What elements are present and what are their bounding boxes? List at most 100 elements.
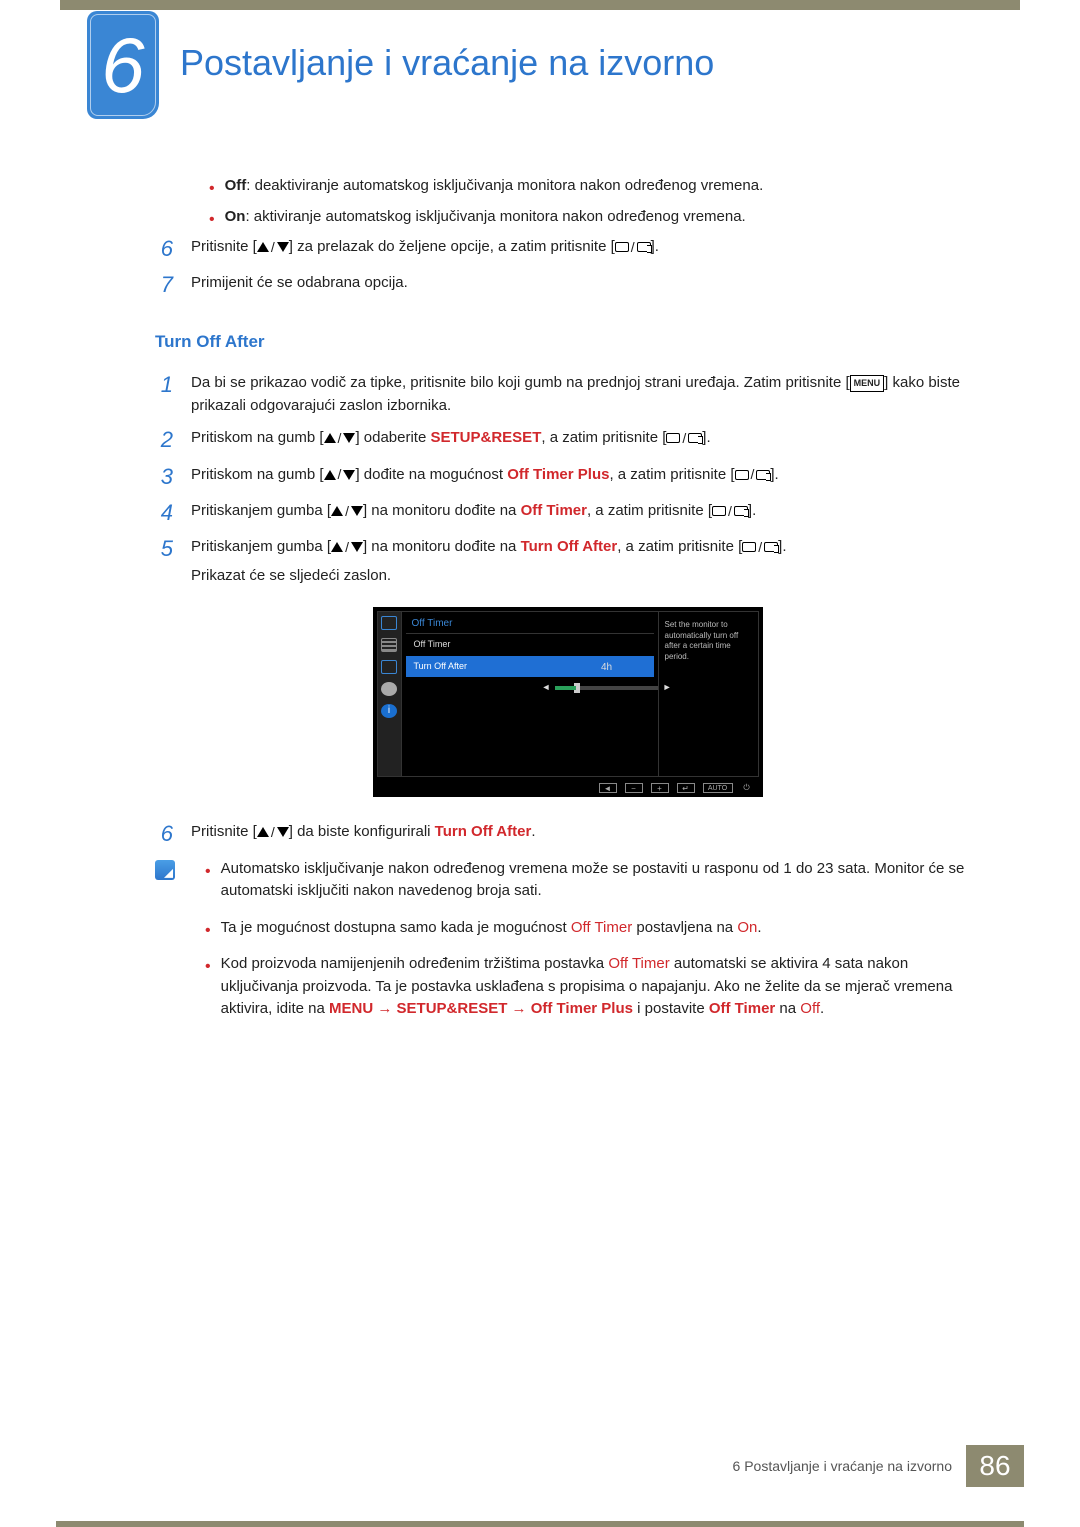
t: Pritiskanjem gumba [ [191, 502, 331, 519]
top-accent-bar [60, 0, 1020, 10]
chapter-title: Postavljanje i vraćanje na izvorno [180, 42, 714, 84]
footer-text: 6 Postavljanje i vraćanje na izvorno [733, 1445, 966, 1487]
emph: Turn Off After [435, 823, 532, 840]
up-down-icon: / [324, 428, 356, 449]
osd-btn-minus: − [625, 783, 643, 793]
step-number: 1 [155, 372, 173, 417]
t: . [531, 823, 535, 840]
emph: MENU [329, 1000, 373, 1017]
osd-btn-plus: + [651, 783, 669, 793]
emph: SETUP&RESET [397, 1000, 508, 1017]
step-2: 2 Pritiskom na gumb [/] odaberite SETUP&… [155, 427, 980, 453]
t: Pritiskom na gumb [ [191, 466, 324, 483]
slider-handle [574, 683, 580, 693]
step-number: 7 [155, 272, 173, 298]
t: ] za prelazak do željene opcije, a zatim… [289, 238, 615, 255]
on-label: On [225, 208, 246, 225]
step-6b: 6 Pritisnite [/] da biste konfigurirali … [155, 821, 980, 847]
bullet-text: On: aktiviranje automatskog isključivanj… [225, 206, 746, 229]
footer: 6 Postavljanje i vraćanje na izvorno 86 [56, 1445, 1024, 1487]
confirm-icon: / [712, 501, 748, 522]
t: , a zatim pritisnite [ [609, 466, 734, 483]
bullet-off: • Off: deaktiviranje automatskog isključ… [155, 175, 980, 198]
osd-slider: 4h ◄ ► [542, 660, 672, 695]
t: ]. [778, 538, 786, 555]
t: . [820, 1000, 824, 1017]
step-text: Pritiskom na gumb [/] odaberite SETUP&RE… [191, 427, 980, 453]
confirm-icon: / [615, 237, 651, 258]
page-number: 86 [966, 1445, 1024, 1487]
osd-screenshot: i Off Timer Off Timer Turn Off After 4h … [373, 607, 763, 797]
t: ] na monitoru dođite na [363, 502, 521, 519]
step-number: 6 [155, 236, 173, 262]
step-number: 4 [155, 500, 173, 526]
t: ] da biste konfigurirali [289, 823, 435, 840]
osd-value: 4h [542, 660, 672, 675]
gear-icon [381, 682, 397, 696]
up-down-icon: / [331, 501, 363, 522]
osd-btn-power: ⏻ [741, 783, 753, 793]
step-4: 4 Pritiskanjem gumba [/] na monitoru dođ… [155, 500, 980, 526]
osd-btn-enter: ↵ [677, 783, 695, 793]
t: ]. [748, 502, 756, 519]
osd-title: Off Timer [406, 614, 654, 634]
t: ] na monitoru dođite na [363, 538, 521, 555]
step-1: 1 Da bi se prikazao vodič za tipke, prit… [155, 372, 980, 417]
emph: Off Timer Plus [531, 1000, 633, 1017]
bullet-icon: • [205, 959, 211, 975]
info-icon: i [381, 704, 397, 718]
t: ]. [702, 429, 710, 446]
off-label: Off [225, 177, 247, 194]
step-text: Pritiskom na gumb [/] dođite na mogućnos… [191, 464, 980, 490]
list-icon [381, 638, 397, 652]
up-down-icon: / [331, 537, 363, 558]
emph: Off Timer [521, 502, 587, 519]
expand-icon [381, 660, 397, 674]
left-arrow-icon: ◄ [542, 681, 551, 695]
emph: Off Timer [608, 955, 669, 972]
t: postavljena na [632, 919, 737, 936]
emph: On [737, 919, 757, 936]
t: Prikazat će se sljedeći zaslon. [191, 565, 980, 588]
monitor-icon [381, 616, 397, 630]
step-text: Primijenit će se odabrana opcija. [191, 272, 980, 298]
bullet-icon: • [205, 864, 211, 880]
confirm-icon: / [666, 428, 702, 449]
emph: Off Timer [571, 919, 632, 936]
content-area: • Off: deaktiviranje automatskog isključ… [155, 175, 980, 1035]
t: Da bi se prikazao vodič za tipke, pritis… [191, 374, 850, 391]
note-text: Kod proizvoda namijenjenih određenim trž… [221, 953, 980, 1021]
note-1: • Automatsko isključivanje nakon određen… [191, 858, 980, 903]
step-text: Pritiskanjem gumba [/] na monitoru dođit… [191, 500, 980, 526]
t: ] odaberite [355, 429, 430, 446]
t: ]. [770, 466, 778, 483]
step-number: 6 [155, 821, 173, 847]
menu-key-icon: MENU [850, 375, 885, 393]
up-down-icon: / [324, 464, 356, 485]
note-2: • Ta je mogućnost dostupna samo kada je … [191, 917, 980, 940]
bottom-accent-bar [56, 1521, 1024, 1527]
step-5: 5 Pritiskanjem gumba [/] na monitoru dođ… [155, 536, 980, 587]
osd-description: Set the monitor to automatically turn of… [658, 612, 758, 776]
bullet-text: Off: deaktiviranje automatskog isključiv… [225, 175, 764, 198]
osd-inner: i Off Timer Off Timer Turn Off After 4h … [377, 611, 759, 777]
step-7: 7 Primijenit će se odabrana opcija. [155, 272, 980, 298]
arrow: → [373, 1000, 396, 1017]
up-down-icon: / [257, 822, 289, 843]
step-3: 3 Pritiskom na gumb [/] dođite na mogućn… [155, 464, 980, 490]
note-text: Automatsko isključivanje nakon određenog… [221, 858, 980, 903]
step-text: Pritisnite [/] za prelazak do željene op… [191, 236, 980, 262]
step-text: Pritisnite [/] da biste konfigurirali Tu… [191, 821, 980, 847]
bullet-on: • On: aktiviranje automatskog isključiva… [155, 206, 980, 229]
t: , a zatim pritisnite [ [587, 502, 712, 519]
note-icon [155, 860, 175, 880]
on-desc: : aktiviranje automatskog isključivanja … [245, 208, 745, 225]
step-6: 6 Pritisnite [/] za prelazak do željene … [155, 236, 980, 262]
section-heading: Turn Off After [155, 329, 980, 355]
t: , a zatim pritisnite [ [617, 538, 742, 555]
chapter-number-box: 6 [87, 11, 159, 119]
note-3: • Kod proizvoda namijenjenih određenim t… [191, 953, 980, 1021]
osd-btn-left: ◄ [599, 783, 617, 793]
emph: Off Timer [709, 1000, 775, 1017]
osd-sidebar: i [378, 612, 402, 776]
